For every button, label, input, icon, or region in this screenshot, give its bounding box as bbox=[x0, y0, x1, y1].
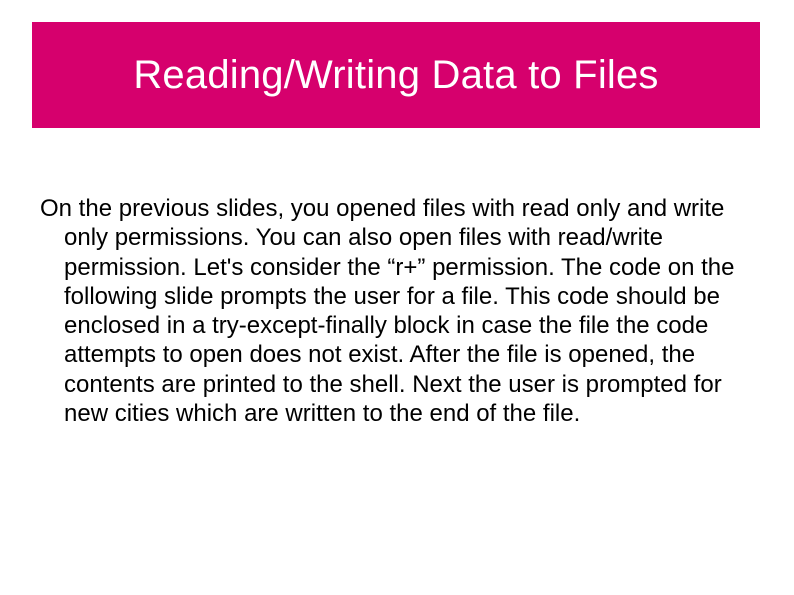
slide-title: Reading/Writing Data to Files bbox=[133, 53, 658, 98]
body-area: On the previous slides, you opened files… bbox=[40, 170, 752, 452]
slide-body-text: On the previous slides, you opened files… bbox=[40, 194, 752, 428]
title-bar: Reading/Writing Data to Files bbox=[32, 22, 760, 128]
slide: Reading/Writing Data to Files On the pre… bbox=[0, 0, 794, 595]
